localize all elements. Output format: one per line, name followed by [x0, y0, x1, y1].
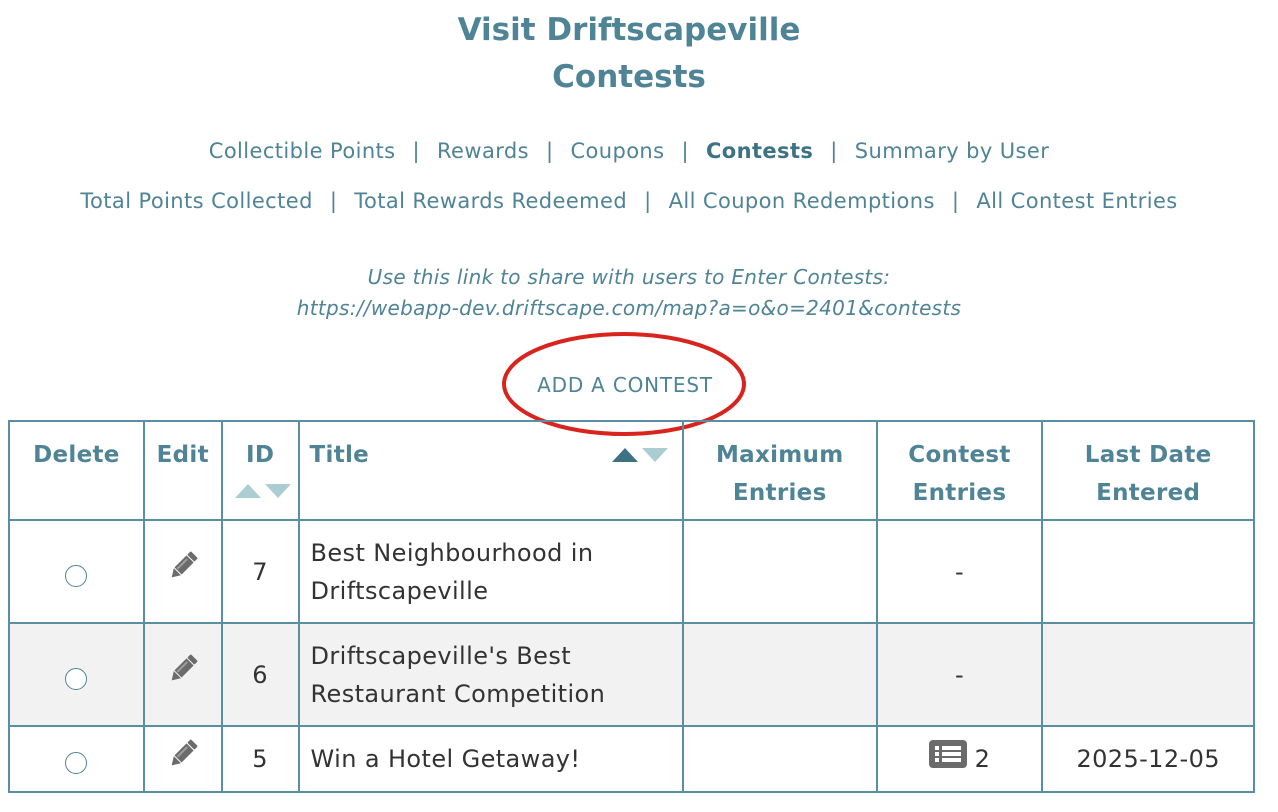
pencil-icon[interactable]: [166, 737, 200, 782]
header-contest-entries-l2: Entries: [912, 480, 1007, 506]
nav-separator: |: [681, 139, 689, 163]
nav-link-all-contest-entries[interactable]: All Contest Entries: [976, 189, 1177, 213]
list-icon[interactable]: [928, 739, 967, 779]
nav-link-summary-by-user[interactable]: Summary by User: [855, 139, 1049, 163]
header-last-date-entered: Last Date Entered: [1041, 420, 1255, 521]
nav-separator: |: [412, 139, 420, 163]
edit-cell: [142, 725, 223, 793]
contest-entries-count: 2: [974, 745, 991, 773]
delete-radio[interactable]: [65, 564, 88, 587]
contest-entries-cell: -: [875, 519, 1044, 624]
delete-radio[interactable]: [65, 752, 88, 774]
table-row: 5 Win a Hotel Getaway! 2 2025-12-05: [8, 725, 1255, 793]
header-title-label: Title: [309, 442, 370, 468]
id-cell: 7: [220, 519, 300, 624]
title-sort-icon[interactable]: [611, 446, 668, 462]
title-cell: Best Neighbourhood in Driftscapeville: [297, 519, 684, 624]
title-line-2: Driftscapeville: [310, 576, 489, 605]
header-maximum-entries-l1: Maximum: [715, 442, 844, 468]
nav-separator: |: [644, 189, 652, 213]
nav-separator: |: [830, 139, 838, 163]
nav-link-all-coupon-redemptions[interactable]: All Coupon Redemptions: [669, 189, 935, 213]
add-contest-link[interactable]: ADD A CONTEST: [537, 373, 713, 397]
delete-cell: [8, 725, 145, 793]
max-entries-cell: [681, 725, 878, 793]
nav-link-coupons[interactable]: Coupons: [570, 139, 664, 163]
share-instructions: Use this link to share with users to Ent…: [367, 265, 891, 289]
header-contest-entries: Contest Entries: [875, 420, 1044, 521]
nav-primary: Collectible Points | Rewards | Coupons | Conte…: [0, 136, 1258, 166]
add-contest-row: ADD A CONTEST: [0, 370, 1250, 400]
id-sort-icon[interactable]: [234, 482, 291, 498]
pencil-icon[interactable]: [166, 549, 200, 594]
id-cell: 6: [220, 622, 300, 727]
contests-table: Delete Edit ID Title Maximum Entries Con…: [8, 420, 1255, 793]
header-delete: Delete: [8, 420, 145, 521]
title-line-1: Best Neighbourhood in: [310, 538, 594, 567]
title-line-1: Win a Hotel Getaway!: [310, 745, 581, 773]
share-url-link[interactable]: https://webapp-dev.driftscape.com/map?a=…: [297, 296, 962, 320]
max-entries-cell: [681, 622, 878, 727]
nav-link-collectible-points[interactable]: Collectible Points: [209, 139, 396, 163]
header-contest-entries-l1: Contest: [908, 442, 1011, 468]
last-date-cell: [1041, 622, 1255, 727]
header-maximum-entries: Maximum Entries: [681, 420, 878, 521]
nav-separator: |: [951, 189, 960, 213]
delete-radio[interactable]: [65, 667, 88, 690]
delete-cell: [8, 519, 145, 624]
page: Visit Driftscapeville Contests Collectib…: [0, 0, 1278, 812]
header-last-date-l2: Entered: [1096, 480, 1201, 506]
pencil-icon[interactable]: [166, 652, 200, 697]
last-date-cell: 2025-12-05: [1041, 725, 1255, 793]
table-row: 6 Driftscapeville's Best Restaurant Comp…: [8, 622, 1255, 727]
edit-cell: [142, 622, 223, 727]
max-entries-cell: [681, 519, 878, 624]
title-cell: Win a Hotel Getaway!: [297, 725, 684, 793]
delete-cell: [8, 622, 145, 727]
header-id[interactable]: ID: [220, 420, 300, 521]
title-cell: Driftscapeville's Best Restaurant Compet…: [297, 622, 684, 727]
page-subtitle: Contests: [552, 59, 706, 95]
nav-link-contests[interactable]: Contests: [706, 139, 813, 163]
last-date-cell: [1041, 519, 1255, 624]
nav-secondary: Total Points Collected | Total Rewards Red…: [0, 186, 1258, 216]
header-title[interactable]: Title: [297, 420, 684, 521]
table-header-row: Delete Edit ID Title Maximum Entries Con…: [8, 420, 1255, 521]
header-last-date-l1: Last Date: [1084, 442, 1212, 468]
title-line-1: Driftscapeville's Best: [310, 641, 572, 670]
edit-cell: [142, 519, 223, 624]
title-line-2: Restaurant Competition: [310, 679, 606, 708]
nav-link-total-points-collected[interactable]: Total Points Collected: [80, 189, 312, 213]
page-title: Visit Driftscapeville: [457, 12, 801, 48]
id-cell: 5: [220, 725, 300, 793]
nav-separator: |: [545, 139, 554, 163]
nav-link-rewards[interactable]: Rewards: [437, 139, 529, 163]
share-url-line: https://webapp-dev.driftscape.com/map?a=…: [0, 293, 1258, 324]
nav-link-total-rewards-redeemed[interactable]: Total Rewards Redeemed: [354, 189, 627, 213]
contest-entries-cell: -: [875, 622, 1044, 727]
entries-wrap: 2: [928, 739, 991, 779]
header-edit: Edit: [142, 420, 223, 521]
nav-separator: |: [329, 189, 338, 213]
header-id-label: ID: [246, 442, 275, 468]
table-row: 7 Best Neighbourhood in Driftscapeville …: [8, 519, 1255, 624]
contest-entries-cell: 2: [875, 725, 1044, 793]
header-maximum-entries-l2: Entries: [732, 480, 827, 506]
